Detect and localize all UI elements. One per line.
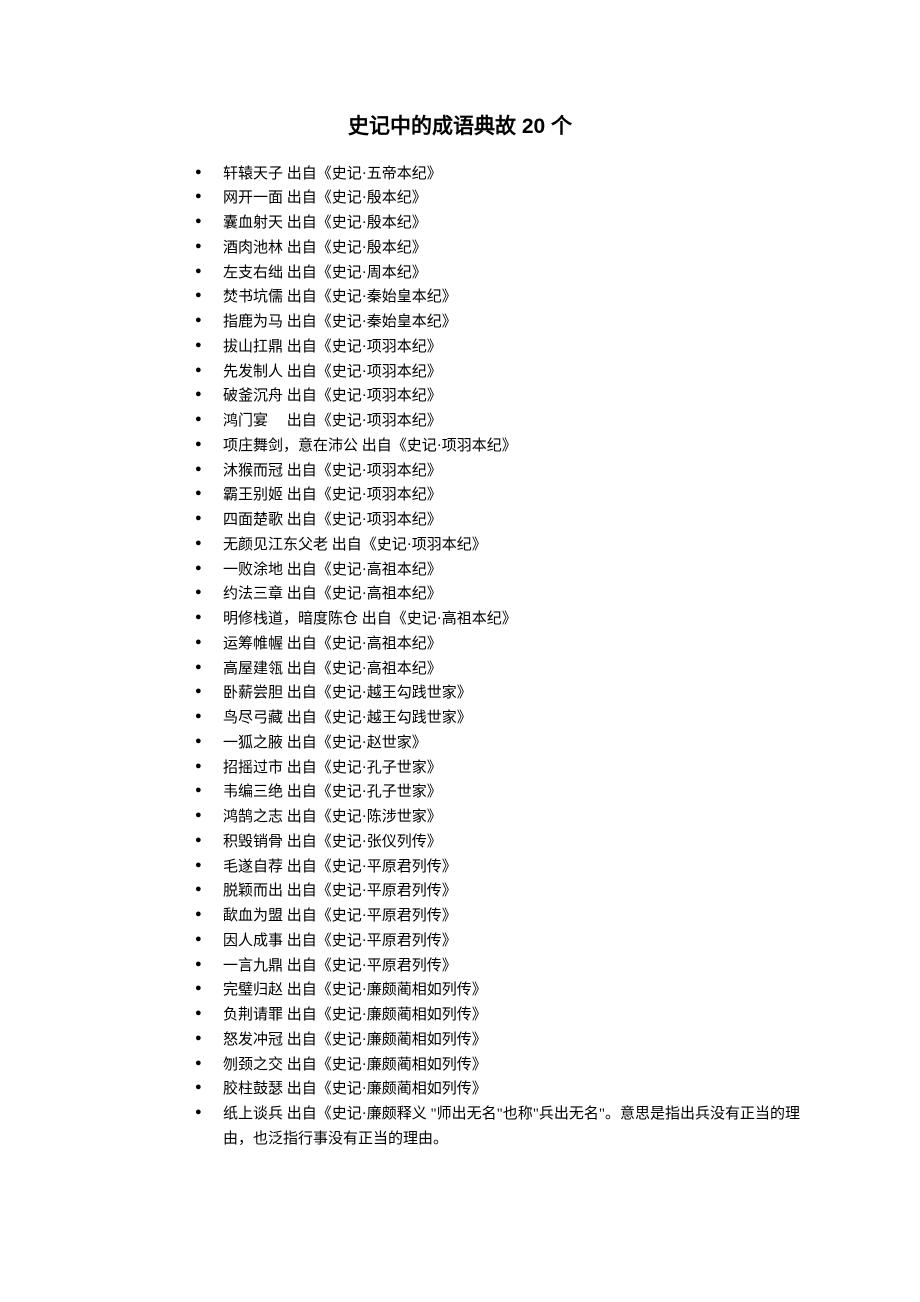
- list-item: 刎颈之交 出自《史记·廉颇蔺相如列传》: [195, 1053, 800, 1078]
- item-text: 韦编三绝 出自《史记·孔子世家》: [223, 784, 442, 800]
- item-text: 无颜见江东父老 出自《史记·项羽本纪》: [223, 537, 487, 553]
- item-text: 鸟尽弓藏 出自《史记·越王勾践世家》: [223, 710, 472, 726]
- list-item: 纸上谈兵 出自《史记·廉颇释义 "师出无名"也称"兵出无名"。意思是指出兵没有正…: [195, 1102, 800, 1152]
- list-item: 脱颖而出 出自《史记·平原君列传》: [195, 879, 800, 904]
- item-text: 一狐之腋 出自《史记·赵世家》: [223, 735, 427, 751]
- list-item: 四面楚歌 出自《史记·项羽本纪》: [195, 508, 800, 533]
- item-text: 卧薪尝胆 出自《史记·越王勾践世家》: [223, 685, 472, 701]
- item-text: 怒发冲冠 出自《史记·廉颇蔺相如列传》: [223, 1032, 487, 1048]
- item-text: 刎颈之交 出自《史记·廉颇蔺相如列传》: [223, 1057, 487, 1073]
- list-item: 一言九鼎 出自《史记·平原君列传》: [195, 954, 800, 979]
- list-item: 轩辕天子 出自《史记·五帝本纪》: [195, 162, 800, 187]
- list-item: 项庄舞剑，意在沛公 出自《史记·项羽本纪》: [195, 434, 800, 459]
- list-item: 囊血射天 出自《史记·殷本纪》: [195, 211, 800, 236]
- list-item: 无颜见江东父老 出自《史记·项羽本纪》: [195, 533, 800, 558]
- item-text: 拔山扛鼎 出自《史记·项羽本纪》: [223, 339, 442, 355]
- list-item: 毛遂自荐 出自《史记·平原君列传》: [195, 855, 800, 880]
- item-text: 招摇过市 出自《史记·孔子世家》: [223, 760, 442, 776]
- list-item: 破釜沉舟 出自《史记·项羽本纪》: [195, 384, 800, 409]
- item-text: 毛遂自荐 出自《史记·平原君列传》: [223, 859, 457, 875]
- list-item: 运筹帷幄 出自《史记·高祖本纪》: [195, 632, 800, 657]
- list-item: 韦编三绝 出自《史记·孔子世家》: [195, 780, 800, 805]
- list-item: 焚书坑儒 出自《史记·秦始皇本纪》: [195, 285, 800, 310]
- item-text: 囊血射天 出自《史记·殷本纪》: [223, 215, 427, 231]
- item-text: 破釜沉舟 出自《史记·项羽本纪》: [223, 388, 442, 404]
- list-item: 指鹿为马 出自《史记·秦始皇本纪》: [195, 310, 800, 335]
- item-text: 约法三章 出自《史记·高祖本纪》: [223, 586, 442, 602]
- item-text: 指鹿为马 出自《史记·秦始皇本纪》: [223, 314, 457, 330]
- list-item: 积毁销骨 出自《史记·张仪列传》: [195, 830, 800, 855]
- item-text: 胶柱鼓瑟 出自《史记·廉颇蔺相如列传》: [223, 1081, 487, 1097]
- list-item: 鸟尽弓藏 出自《史记·越王勾践世家》: [195, 706, 800, 731]
- list-item: 网开一面 出自《史记·殷本纪》: [195, 186, 800, 211]
- item-text: 轩辕天子 出自《史记·五帝本纪》: [223, 166, 442, 182]
- list-item: 明修栈道，暗度陈仓 出自《史记·高祖本纪》: [195, 607, 800, 632]
- idiom-list: 轩辕天子 出自《史记·五帝本纪》网开一面 出自《史记·殷本纪》囊血射天 出自《史…: [120, 162, 800, 1152]
- list-item: 因人成事 出自《史记·平原君列传》: [195, 929, 800, 954]
- item-text: 一言九鼎 出自《史记·平原君列传》: [223, 958, 457, 974]
- item-text: 酒肉池林 出自《史记·殷本纪》: [223, 240, 427, 256]
- list-item: 歃血为盟 出自《史记·平原君列传》: [195, 904, 800, 929]
- list-item: 怒发冲冠 出自《史记·廉颇蔺相如列传》: [195, 1028, 800, 1053]
- item-text: 鸿鹄之志 出自《史记·陈涉世家》: [223, 809, 442, 825]
- item-text: 完璧归赵 出自《史记·廉颇蔺相如列传》: [223, 982, 487, 998]
- item-text: 脱颖而出 出自《史记·平原君列传》: [223, 883, 457, 899]
- list-item: 拔山扛鼎 出自《史记·项羽本纪》: [195, 335, 800, 360]
- list-item: 鸿门宴 出自《史记·项羽本纪》: [195, 409, 800, 434]
- item-text: 运筹帷幄 出自《史记·高祖本纪》: [223, 636, 442, 652]
- item-text: 沐猴而冠 出自《史记·项羽本纪》: [223, 463, 442, 479]
- list-item: 一败涂地 出自《史记·高祖本纪》: [195, 558, 800, 583]
- list-item: 左支右绌 出自《史记·周本纪》: [195, 261, 800, 286]
- item-text: 负荆请罪 出自《史记·廉颇蔺相如列传》: [223, 1007, 487, 1023]
- list-item: 一狐之腋 出自《史记·赵世家》: [195, 731, 800, 756]
- item-text: 霸王别姬 出自《史记·项羽本纪》: [223, 487, 442, 503]
- list-item: 高屋建瓴 出自《史记·高祖本纪》: [195, 657, 800, 682]
- item-text: 一败涂地 出自《史记·高祖本纪》: [223, 562, 442, 578]
- list-item: 完璧归赵 出自《史记·廉颇蔺相如列传》: [195, 978, 800, 1003]
- item-text: 焚书坑儒 出自《史记·秦始皇本纪》: [223, 289, 457, 305]
- list-item: 约法三章 出自《史记·高祖本纪》: [195, 582, 800, 607]
- item-text: 左支右绌 出自《史记·周本纪》: [223, 265, 427, 281]
- item-text: 纸上谈兵 出自《史记·廉颇释义 "师出无名"也称"兵出无名"。意思是指出兵没有正…: [223, 1106, 800, 1147]
- item-text: 歃血为盟 出自《史记·平原君列传》: [223, 908, 457, 924]
- list-item: 鸿鹄之志 出自《史记·陈涉世家》: [195, 805, 800, 830]
- item-text: 网开一面 出自《史记·殷本纪》: [223, 190, 427, 206]
- item-text: 先发制人 出自《史记·项羽本纪》: [223, 364, 442, 380]
- list-item: 沐猴而冠 出自《史记·项羽本纪》: [195, 459, 800, 484]
- item-text: 项庄舞剑，意在沛公 出自《史记·项羽本纪》: [223, 438, 517, 454]
- list-item: 卧薪尝胆 出自《史记·越王勾践世家》: [195, 681, 800, 706]
- list-item: 先发制人 出自《史记·项羽本纪》: [195, 360, 800, 385]
- list-item: 酒肉池林 出自《史记·殷本纪》: [195, 236, 800, 261]
- page-title: 史记中的成语典故 20 个: [120, 110, 800, 144]
- list-item: 招摇过市 出自《史记·孔子世家》: [195, 756, 800, 781]
- item-text: 四面楚歌 出自《史记·项羽本纪》: [223, 512, 442, 528]
- item-text: 鸿门宴 出自《史记·项羽本纪》: [223, 413, 442, 429]
- item-text: 积毁销骨 出自《史记·张仪列传》: [223, 834, 442, 850]
- item-text: 明修栈道，暗度陈仓 出自《史记·高祖本纪》: [223, 611, 517, 627]
- item-text: 因人成事 出自《史记·平原君列传》: [223, 933, 457, 949]
- list-item: 负荆请罪 出自《史记·廉颇蔺相如列传》: [195, 1003, 800, 1028]
- item-text: 高屋建瓴 出自《史记·高祖本纪》: [223, 661, 442, 677]
- list-item: 霸王别姬 出自《史记·项羽本纪》: [195, 483, 800, 508]
- list-item: 胶柱鼓瑟 出自《史记·廉颇蔺相如列传》: [195, 1077, 800, 1102]
